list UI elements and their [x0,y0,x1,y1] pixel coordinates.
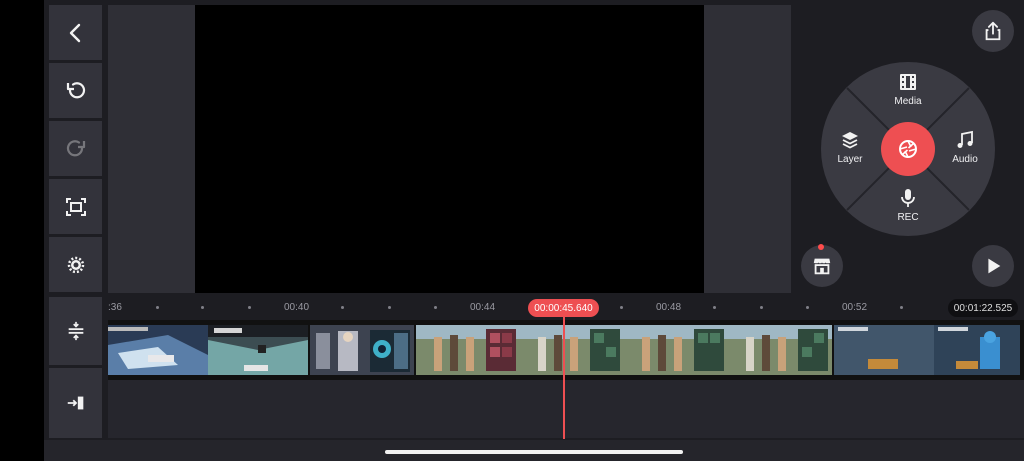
fullscreen-icon [65,197,86,216]
expand-tracks-icon [68,321,83,341]
rec-label: REC [897,212,919,223]
tick-dot [900,306,903,309]
redo-icon [66,139,85,156]
play-button[interactable] [972,245,1014,287]
tick-label: 00:40 [284,302,310,313]
camera-shutter-icon [899,140,917,158]
media-label: Media [894,96,922,107]
fullscreen-button[interactable] [49,179,102,234]
play-icon [988,258,1001,274]
tick-dot [201,306,204,309]
video-track[interactable] [108,320,1024,380]
tick-dot [620,306,623,309]
layer-label: Layer [837,154,863,165]
tick-dot [434,306,437,309]
store-icon [813,258,831,275]
tick-label: 00:44 [470,302,496,313]
timeline-expand-button[interactable] [49,297,102,365]
video-preview[interactable] [195,5,704,293]
share-icon [985,21,1001,41]
notification-dot [818,244,824,250]
jump-to-end-button[interactable] [49,368,102,438]
audio-label: Audio [952,154,978,165]
home-indicator[interactable] [385,450,683,454]
layer-stack-icon [842,132,858,149]
tick-label: :36 [108,302,122,313]
tick-dot [806,306,809,309]
tick-dot [341,306,344,309]
back-button[interactable] [49,5,102,60]
clip-thumbnails [834,325,1020,375]
video-clip[interactable] [416,325,832,375]
asset-store-button[interactable] [801,245,843,287]
settings-button[interactable] [49,237,102,292]
tick-dot [713,306,716,309]
microphone-icon [901,189,915,207]
tick-dot [248,306,251,309]
share-button[interactable] [972,10,1014,52]
tick-dot [388,306,391,309]
video-clip[interactable] [108,325,308,375]
clip-thumbnails [108,325,308,375]
music-note-icon [957,130,973,148]
undo-icon [66,81,85,98]
layer-button[interactable]: Layer [825,130,875,165]
audio-button[interactable]: Audio [940,130,990,165]
clip-thumbnails [310,325,414,375]
empty-layer-track[interactable] [108,380,1024,438]
total-duration-badge: 00:01:22.525 [948,299,1018,317]
tick-label: 00:48 [656,302,682,313]
jump-to-end-icon [67,396,83,410]
video-clip[interactable] [310,325,414,375]
playhead[interactable] [563,311,565,439]
tick-dot [156,306,159,309]
action-wheel: Media Layer Audio REC [821,62,995,236]
capture-button[interactable] [881,122,935,176]
undo-button[interactable] [49,63,102,118]
back-arrow-icon [69,23,80,42]
rec-button[interactable]: REC [883,188,933,223]
redo-button[interactable] [49,121,102,176]
tick-dot [760,306,763,309]
media-film-icon [900,74,916,90]
tick-label: 00:52 [842,302,868,313]
clip-thumbnails [416,325,832,375]
media-button[interactable]: Media [883,72,933,107]
video-clip[interactable] [834,325,1020,375]
settings-gear-icon [67,256,84,273]
